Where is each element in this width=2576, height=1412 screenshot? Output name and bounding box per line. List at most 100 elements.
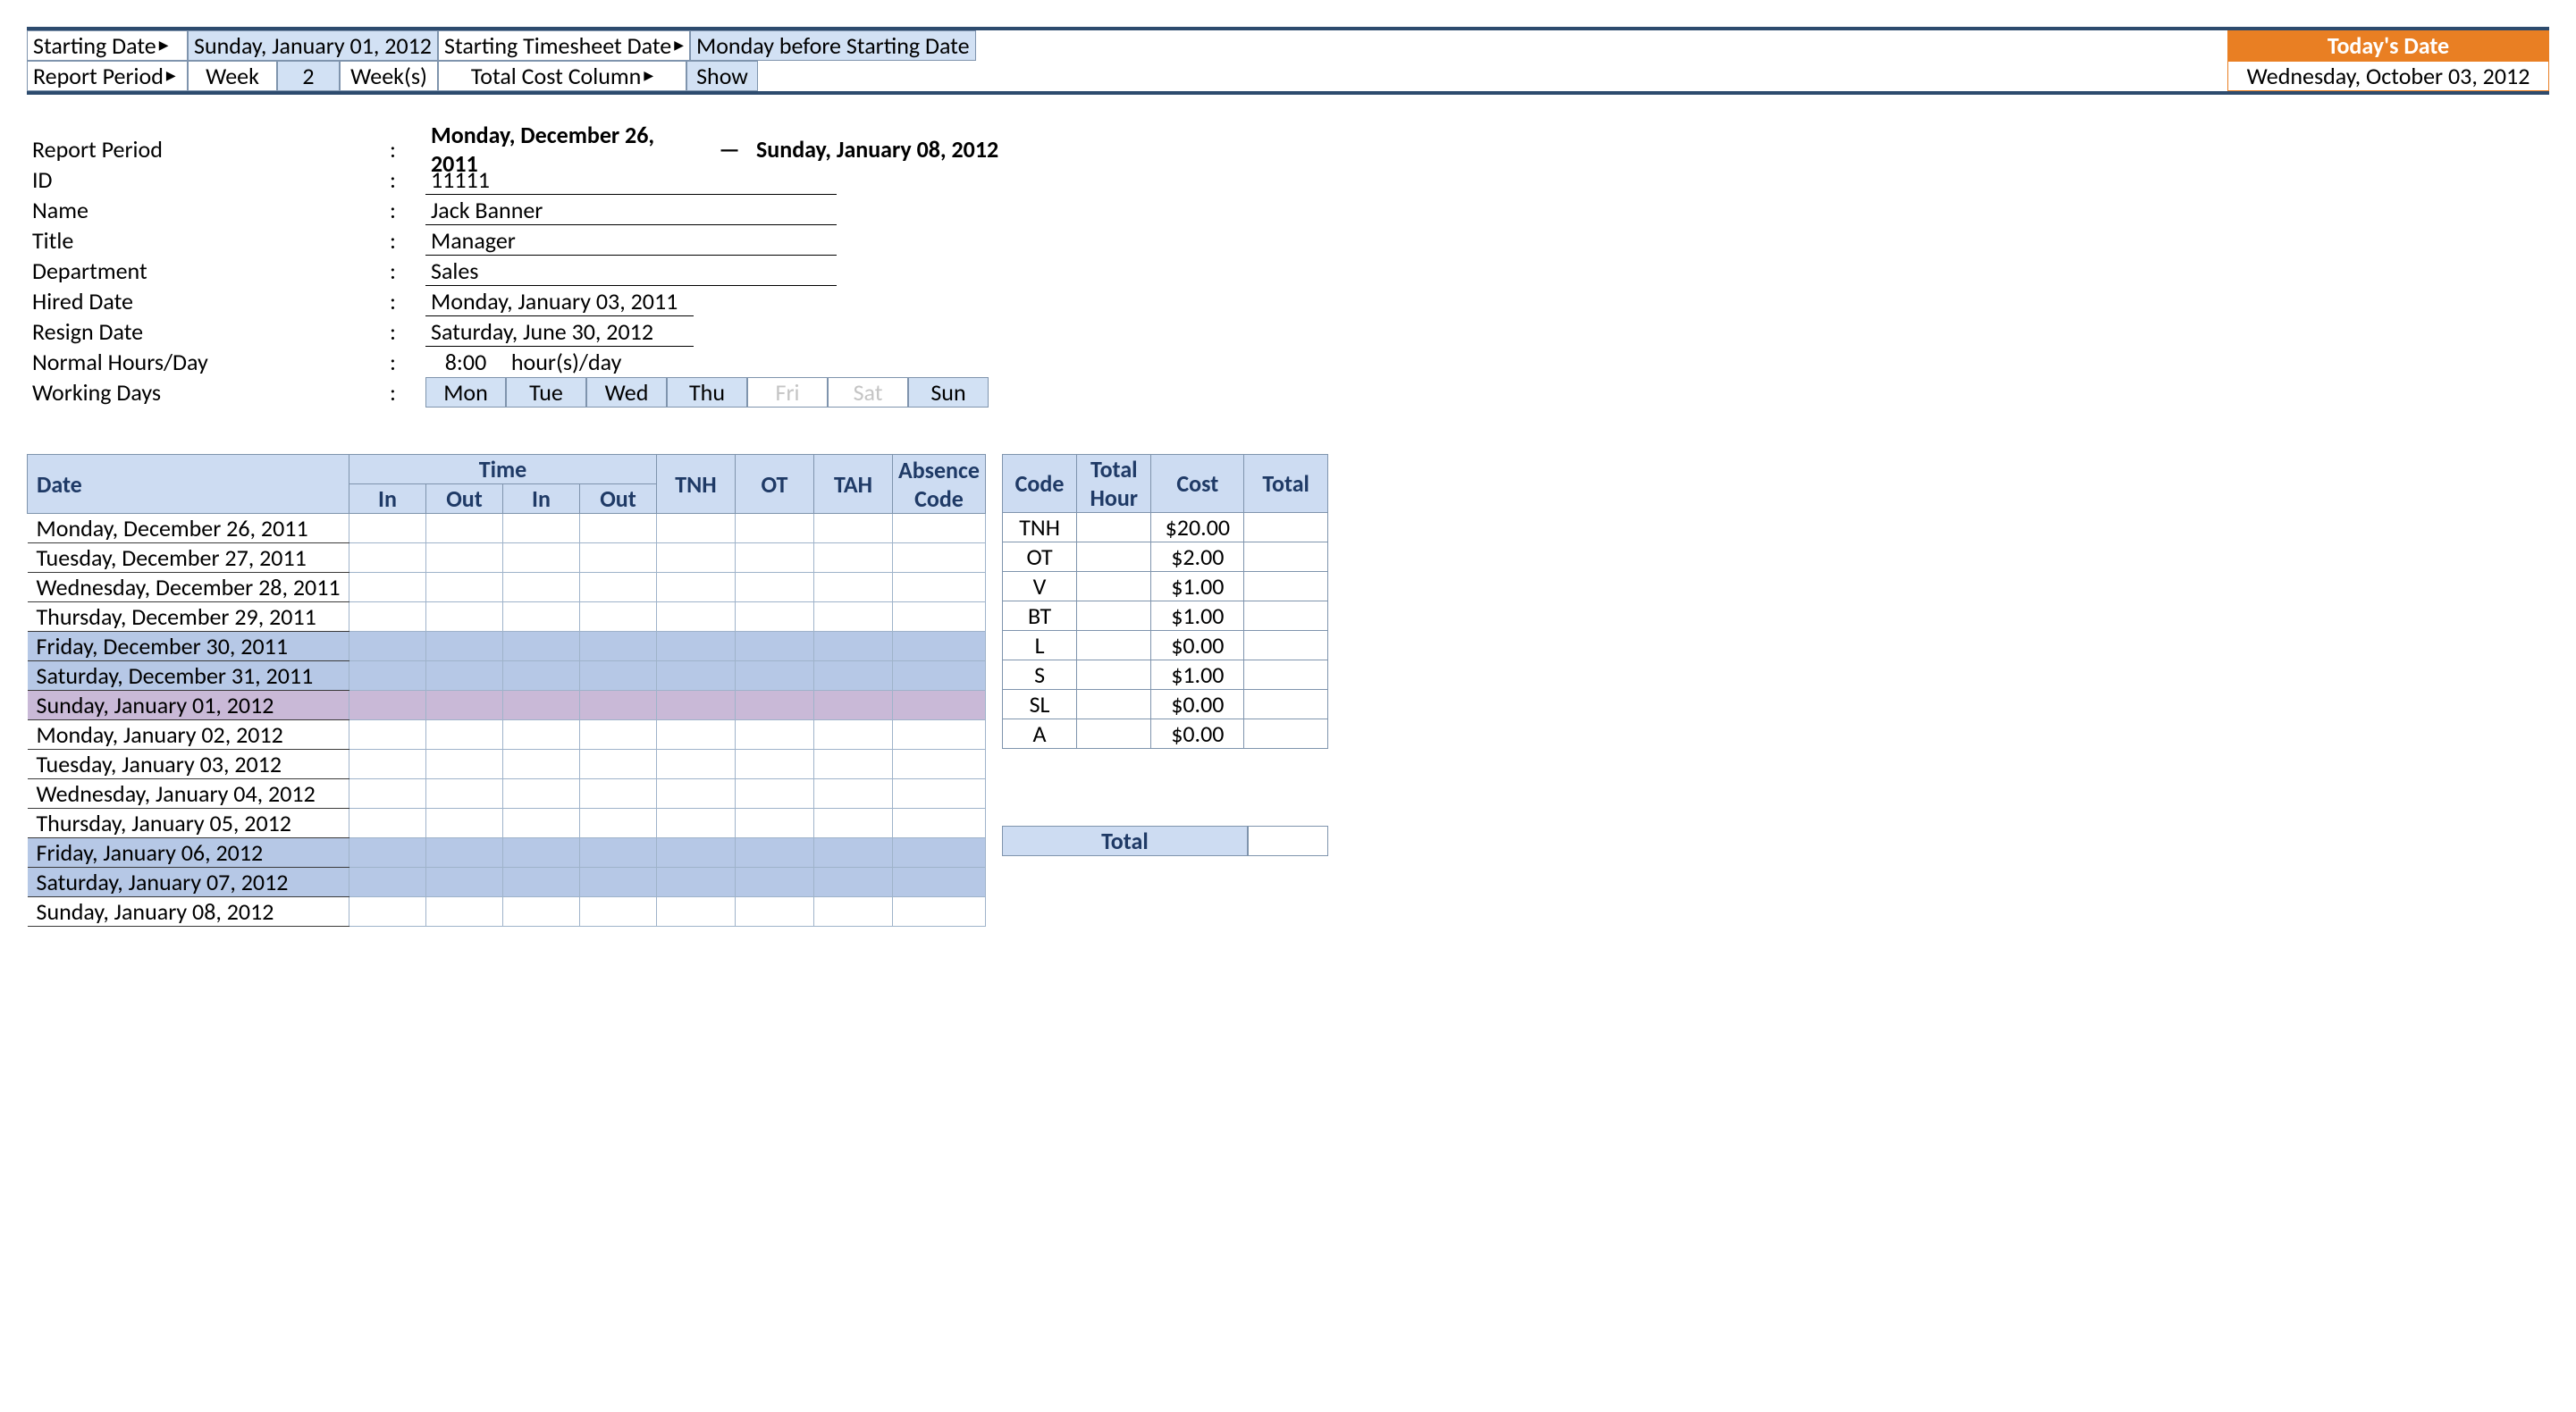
cell[interactable]: [814, 868, 893, 897]
cell[interactable]: [657, 602, 736, 632]
cell[interactable]: [736, 514, 814, 543]
cell[interactable]: [814, 750, 893, 779]
cell[interactable]: [657, 720, 736, 750]
cell[interactable]: [426, 632, 503, 661]
day-tue[interactable]: Tue: [506, 377, 586, 408]
cell[interactable]: [657, 514, 736, 543]
cell[interactable]: [426, 809, 503, 838]
cell[interactable]: [349, 897, 426, 927]
cell[interactable]: [657, 573, 736, 602]
cell[interactable]: [503, 573, 580, 602]
cell[interactable]: [580, 868, 657, 897]
cell[interactable]: [349, 809, 426, 838]
info-hired-value[interactable]: Monday, January 03, 2011: [425, 287, 694, 316]
cost-hour[interactable]: [1077, 513, 1151, 542]
cell[interactable]: [736, 838, 814, 868]
cell[interactable]: [657, 632, 736, 661]
cell[interactable]: [736, 720, 814, 750]
cell[interactable]: [580, 750, 657, 779]
cell[interactable]: [814, 809, 893, 838]
cell[interactable]: [893, 661, 986, 691]
cell[interactable]: [814, 838, 893, 868]
cost-hour[interactable]: [1077, 601, 1151, 631]
cell[interactable]: [657, 809, 736, 838]
day-fri[interactable]: Fri: [747, 377, 828, 408]
cell[interactable]: [503, 750, 580, 779]
cell[interactable]: [893, 543, 986, 573]
cell[interactable]: [893, 868, 986, 897]
cell[interactable]: [580, 691, 657, 720]
cost-total[interactable]: [1244, 601, 1328, 631]
cost-hour[interactable]: [1077, 631, 1151, 660]
cell[interactable]: [814, 661, 893, 691]
day-sat[interactable]: Sat: [828, 377, 908, 408]
cell[interactable]: [349, 543, 426, 573]
cell[interactable]: [503, 691, 580, 720]
info-id-value[interactable]: 11111: [425, 165, 837, 195]
cell[interactable]: [580, 838, 657, 868]
cell[interactable]: [503, 838, 580, 868]
info-dept-value[interactable]: Sales: [425, 256, 837, 286]
cell[interactable]: [580, 779, 657, 809]
cell[interactable]: [893, 750, 986, 779]
cost-hour[interactable]: [1077, 660, 1151, 690]
cell[interactable]: [349, 602, 426, 632]
cell[interactable]: [580, 514, 657, 543]
cost-hour[interactable]: [1077, 690, 1151, 719]
cell[interactable]: [580, 602, 657, 632]
cell[interactable]: [426, 514, 503, 543]
cell[interactable]: [426, 838, 503, 868]
cell[interactable]: [736, 661, 814, 691]
cell[interactable]: [893, 691, 986, 720]
cell[interactable]: [426, 779, 503, 809]
cell[interactable]: [503, 720, 580, 750]
cell[interactable]: [814, 632, 893, 661]
cell[interactable]: [503, 632, 580, 661]
cost-total[interactable]: [1244, 631, 1328, 660]
cell[interactable]: [736, 779, 814, 809]
cell[interactable]: [426, 750, 503, 779]
cell[interactable]: [736, 632, 814, 661]
cell[interactable]: [893, 779, 986, 809]
cell[interactable]: [426, 868, 503, 897]
cell[interactable]: [349, 868, 426, 897]
info-title-value[interactable]: Manager: [425, 226, 837, 256]
day-sun[interactable]: Sun: [908, 377, 989, 408]
cell[interactable]: [893, 602, 986, 632]
cell[interactable]: [736, 809, 814, 838]
cell[interactable]: [349, 750, 426, 779]
cell[interactable]: [814, 720, 893, 750]
info-resign-value[interactable]: Saturday, June 30, 2012: [425, 317, 694, 347]
cell[interactable]: [580, 897, 657, 927]
cell[interactable]: [580, 720, 657, 750]
cell[interactable]: [503, 868, 580, 897]
cost-total[interactable]: [1244, 542, 1328, 572]
cell[interactable]: [657, 779, 736, 809]
cost-total[interactable]: [1244, 690, 1328, 719]
cell[interactable]: [503, 779, 580, 809]
starting-date-value[interactable]: Sunday, January 01, 2012: [188, 30, 438, 61]
cell[interactable]: [814, 543, 893, 573]
cell[interactable]: [503, 514, 580, 543]
cell[interactable]: [893, 809, 986, 838]
cost-hour[interactable]: [1077, 719, 1151, 749]
day-thu[interactable]: Thu: [667, 377, 747, 408]
cell[interactable]: [657, 750, 736, 779]
cell[interactable]: [349, 632, 426, 661]
cell[interactable]: [426, 691, 503, 720]
day-wed[interactable]: Wed: [586, 377, 667, 408]
cost-total[interactable]: [1244, 572, 1328, 601]
cell[interactable]: [736, 602, 814, 632]
cost-hour[interactable]: [1077, 572, 1151, 601]
cell[interactable]: [426, 602, 503, 632]
info-name-value[interactable]: Jack Banner: [425, 196, 837, 225]
cell[interactable]: [657, 661, 736, 691]
cell[interactable]: [349, 514, 426, 543]
cell[interactable]: [426, 720, 503, 750]
cell[interactable]: [893, 897, 986, 927]
cell[interactable]: [657, 897, 736, 927]
day-mon[interactable]: Mon: [425, 377, 506, 408]
cell[interactable]: [580, 809, 657, 838]
cell[interactable]: [657, 838, 736, 868]
cell[interactable]: [426, 661, 503, 691]
